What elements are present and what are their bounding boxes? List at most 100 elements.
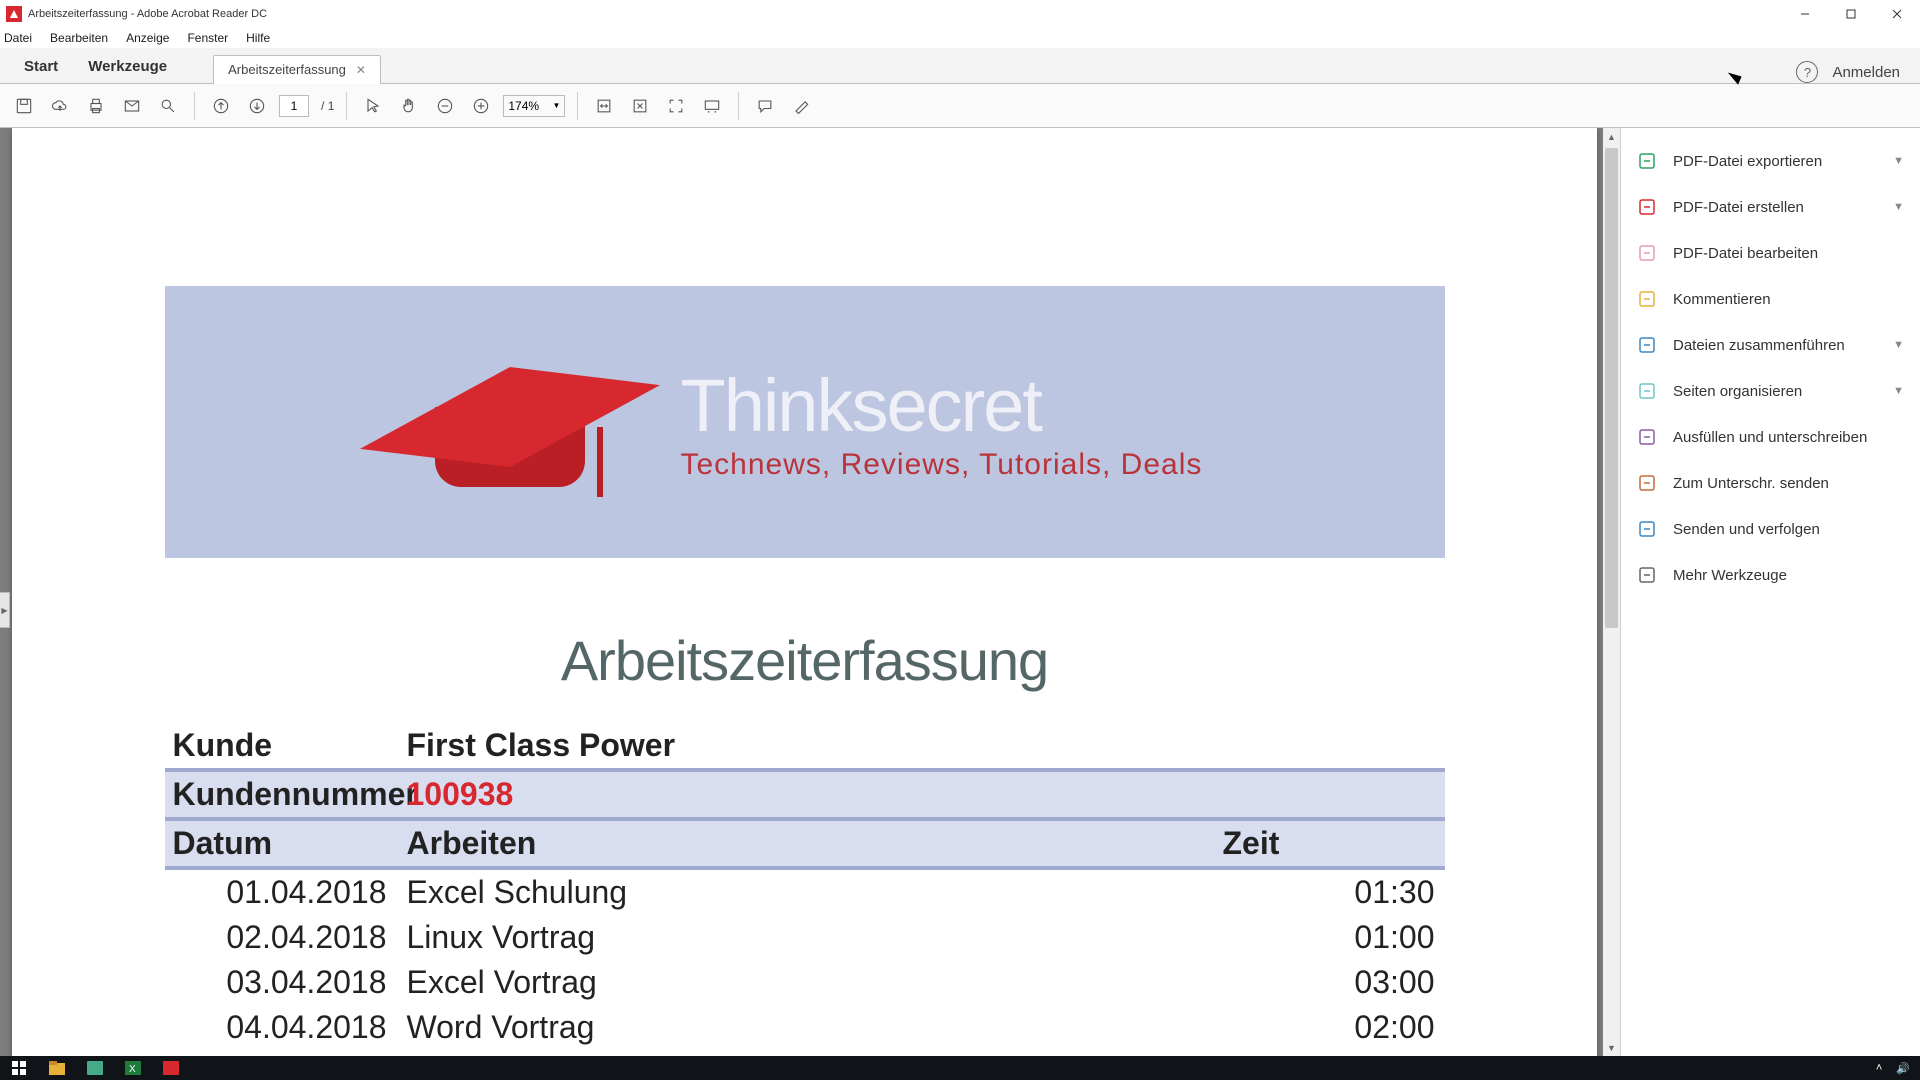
td-zeit: 03:00 — [1215, 960, 1445, 1005]
scroll-down-icon[interactable]: ▼ — [1603, 1039, 1620, 1056]
prev-page-button[interactable] — [207, 92, 235, 120]
search-button[interactable] — [154, 92, 182, 120]
maximize-button[interactable] — [1828, 0, 1874, 28]
tools-panel: PDF-Datei exportieren▼PDF-Datei erstelle… — [1620, 128, 1920, 1056]
tab-document[interactable]: Arbeitszeiterfassung ✕ — [213, 55, 381, 84]
td-arbeit: Excel Schulung — [399, 870, 1215, 915]
pointer-button[interactable] — [359, 92, 387, 120]
zoom-select[interactable]: 174%▼ — [503, 95, 565, 117]
print-button[interactable] — [82, 92, 110, 120]
menu-bearbeiten[interactable]: Bearbeiten — [50, 31, 108, 45]
cloud-button[interactable] — [46, 92, 74, 120]
save-button[interactable] — [10, 92, 38, 120]
next-page-button[interactable] — [243, 92, 271, 120]
table-row: 04.04.2018Word Vortrag02:00 — [165, 1005, 1445, 1050]
td-datum: 02.04.2018 — [165, 915, 399, 960]
tools-item[interactable]: PDF-Datei bearbeiten — [1621, 230, 1920, 276]
hand-button[interactable] — [395, 92, 423, 120]
combine-icon — [1637, 335, 1657, 355]
toolbar: / 1 174%▼ — [0, 84, 1920, 128]
menu-anzeige[interactable]: Anzeige — [126, 31, 169, 45]
scroll-up-icon[interactable]: ▲ — [1603, 128, 1620, 145]
td-zeit: 01:30 — [1215, 870, 1445, 915]
window-title: Arbeitszeiterfassung - Adobe Acrobat Rea… — [28, 8, 1782, 20]
tools-item[interactable]: Kommentieren — [1621, 276, 1920, 322]
tray-volume-icon[interactable]: 🔊 — [1896, 1062, 1910, 1075]
fit-page-button[interactable] — [626, 92, 654, 120]
send-sign-icon — [1637, 473, 1657, 493]
tools-item[interactable]: Dateien zusammenführen ▼ — [1621, 322, 1920, 368]
tools-item-label: Ausfüllen und unterschreiben — [1673, 429, 1867, 446]
taskbar-excel-icon[interactable]: X — [114, 1056, 152, 1080]
table-row: 01.04.2018Excel Schulung01:30 — [165, 870, 1445, 915]
table-row: 03.04.2018Excel Vortrag03:00 — [165, 960, 1445, 1005]
vertical-scrollbar[interactable]: ▲ ▼ — [1603, 128, 1620, 1056]
page-number-input[interactable] — [279, 95, 309, 117]
title-bar: Arbeitszeiterfassung - Adobe Acrobat Rea… — [0, 0, 1920, 28]
scrollbar-thumb[interactable] — [1605, 148, 1618, 628]
fit-width-button[interactable] — [590, 92, 618, 120]
tools-item-label: Mehr Werkzeuge — [1673, 567, 1787, 584]
pdf-page: Thinksecret Technews, Reviews, Tutorials… — [12, 128, 1597, 1056]
tools-item[interactable]: Seiten organisieren▼ — [1621, 368, 1920, 414]
tools-item[interactable]: PDF-Datei exportieren▼ — [1621, 138, 1920, 184]
data-table: Kunde First Class Power Kundennummer 100… — [165, 723, 1445, 1056]
svg-text:X: X — [129, 1064, 136, 1075]
menu-datei[interactable]: Datei — [4, 31, 32, 45]
close-tab-icon[interactable]: ✕ — [356, 63, 366, 77]
td-arbeit: Excel Vortrag — [399, 960, 1215, 1005]
start-menu-button[interactable] — [0, 1056, 38, 1080]
tab-document-label: Arbeitszeiterfassung — [228, 62, 346, 77]
th-kundennummer: Kundennummer — [165, 772, 399, 817]
td-kunde: First Class Power — [399, 723, 1215, 768]
table-row: 02.04.2018Linux Vortrag01:00 — [165, 915, 1445, 960]
td-arbeit: Linux Vortrag — [399, 915, 1215, 960]
tools-item[interactable]: Mehr Werkzeuge — [1621, 552, 1920, 598]
document-area[interactable]: Thinksecret Technews, Reviews, Tutorials… — [0, 128, 1620, 1056]
comment-icon — [1637, 289, 1657, 309]
left-panel-toggle[interactable]: ▶ — [0, 592, 10, 628]
logo-cap-icon — [375, 337, 645, 507]
tools-item[interactable]: Ausfüllen und unterschreiben — [1621, 414, 1920, 460]
td-zeit: 02:00 — [1215, 1005, 1445, 1050]
tools-item[interactable]: PDF-Datei erstellen▼ — [1621, 184, 1920, 230]
anmelden-link[interactable]: Anmelden — [1832, 64, 1900, 81]
minimize-button[interactable] — [1782, 0, 1828, 28]
td-datum: 04.04.2018 — [165, 1005, 399, 1050]
comment-button[interactable] — [751, 92, 779, 120]
tab-werkzeuge[interactable]: Werkzeuge — [74, 50, 183, 83]
fullscreen-button[interactable] — [662, 92, 690, 120]
chevron-down-icon: ▼ — [1893, 155, 1904, 167]
organize-icon — [1637, 381, 1657, 401]
help-icon[interactable]: ? — [1796, 61, 1818, 83]
brand-tagline: Technews, Reviews, Tutorials, Deals — [681, 448, 1203, 482]
chevron-down-icon: ▼ — [1893, 339, 1904, 351]
close-button[interactable] — [1874, 0, 1920, 28]
tools-item-label: Kommentieren — [1673, 291, 1771, 308]
tools-item-label: PDF-Datei erstellen — [1673, 199, 1804, 216]
send-track-icon — [1637, 519, 1657, 539]
zoom-out-button[interactable] — [431, 92, 459, 120]
taskbar[interactable]: X ˄ 🔊 — [0, 1056, 1920, 1080]
brand-name: Thinksecret — [681, 363, 1203, 448]
td-arbeit: Word Vortrag — [399, 1005, 1215, 1050]
tools-item-label: Dateien zusammenführen — [1673, 337, 1845, 354]
email-button[interactable] — [118, 92, 146, 120]
tools-item[interactable]: Senden und verfolgen — [1621, 506, 1920, 552]
taskbar-browser-icon[interactable] — [76, 1056, 114, 1080]
td-datum: 03.04.2018 — [165, 960, 399, 1005]
tray-chevron-icon[interactable]: ˄ — [1876, 1062, 1882, 1074]
tab-start[interactable]: Start — [10, 50, 74, 83]
taskbar-explorer-icon[interactable] — [38, 1056, 76, 1080]
th-arbeiten: Arbeiten — [399, 821, 1215, 866]
highlight-button[interactable] — [787, 92, 815, 120]
read-mode-button[interactable] — [698, 92, 726, 120]
taskbar-acrobat-icon[interactable] — [152, 1056, 190, 1080]
menu-fenster[interactable]: Fenster — [187, 31, 228, 45]
tools-item-label: Senden und verfolgen — [1673, 521, 1820, 538]
zoom-in-button[interactable] — [467, 92, 495, 120]
page-total: / 1 — [321, 99, 334, 113]
menu-hilfe[interactable]: Hilfe — [246, 31, 270, 45]
tools-item[interactable]: Zum Unterschr. senden — [1621, 460, 1920, 506]
banner: Thinksecret Technews, Reviews, Tutorials… — [165, 286, 1445, 558]
